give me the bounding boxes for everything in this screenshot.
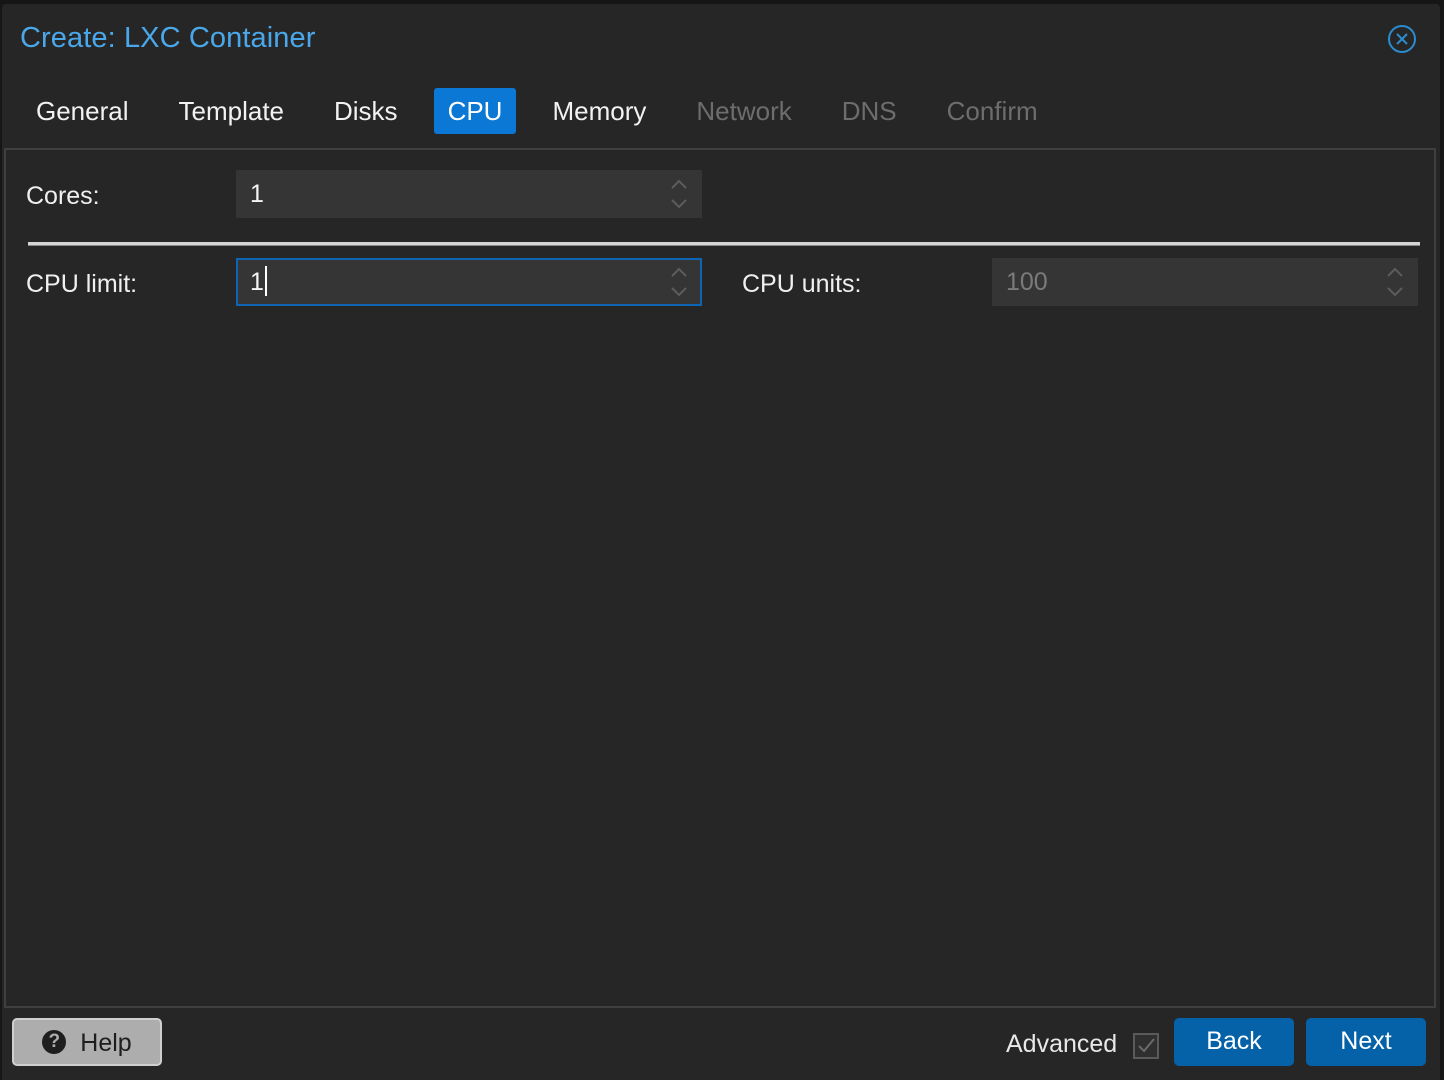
cpu-units-value: 100 — [1006, 268, 1048, 296]
close-icon — [1390, 27, 1414, 51]
question-circle-icon: ? — [42, 1030, 66, 1054]
advanced-label: Advanced — [1006, 1030, 1117, 1059]
cpu-limit-input[interactable]: 1 — [236, 258, 702, 306]
cpu-units-input[interactable]: 100 — [992, 258, 1418, 306]
dialog-title: Create: LXC Container — [20, 22, 315, 55]
advanced-checkbox[interactable] — [1133, 1033, 1159, 1059]
section-divider — [28, 242, 1420, 246]
close-button[interactable] — [1388, 25, 1416, 53]
cores-value: 1 — [250, 180, 264, 208]
tab-cpu[interactable]: CPU — [434, 88, 517, 134]
tab-general[interactable]: General — [22, 88, 143, 134]
cores-label: Cores: — [26, 182, 100, 211]
create-lxc-dialog: Create: LXC Container General Template D… — [2, 4, 1440, 1080]
checkmark-icon — [1135, 1035, 1157, 1057]
cpu-limit-spinner-icon[interactable] — [668, 264, 690, 300]
text-caret — [265, 266, 267, 296]
cores-input[interactable]: 1 — [236, 170, 702, 218]
cpu-panel: Cores: 1 CPU limit: 1 CPU units: 100 — [4, 148, 1436, 1008]
cpu-units-spinner-icon[interactable] — [1384, 264, 1406, 300]
tab-disks[interactable]: Disks — [320, 88, 412, 134]
cpu-units-label: CPU units: — [742, 270, 861, 299]
tab-memory[interactable]: Memory — [538, 88, 660, 134]
tab-confirm: Confirm — [933, 88, 1052, 134]
tab-network: Network — [682, 88, 805, 134]
wizard-tabs: General Template Disks CPU Memory Networ… — [22, 88, 1074, 134]
cores-spinner-icon[interactable] — [668, 176, 690, 212]
cpu-limit-value: 1 — [250, 268, 264, 296]
cpu-limit-label: CPU limit: — [26, 270, 137, 299]
tab-dns: DNS — [828, 88, 911, 134]
help-button[interactable]: ? Help — [12, 1018, 162, 1066]
tab-template[interactable]: Template — [165, 88, 299, 134]
help-label: Help — [80, 1029, 131, 1057]
back-button[interactable]: Back — [1174, 1018, 1294, 1066]
next-button[interactable]: Next — [1306, 1018, 1426, 1066]
